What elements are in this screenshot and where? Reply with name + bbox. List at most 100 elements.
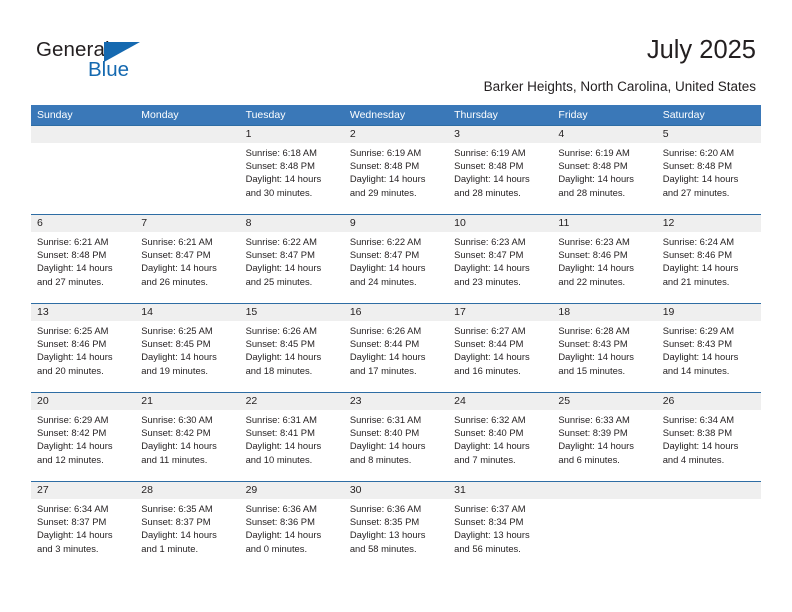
day-daylight-l1-text: Daylight: 14 hours (37, 262, 113, 274)
day-daylight-l1-text: Daylight: 14 hours (662, 440, 739, 452)
day-sunset-text: Sunset: 8:37 PM (141, 516, 211, 528)
day-sunrise-text: Sunrise: 6:34 AM (662, 414, 735, 425)
day-sun-info (135, 143, 239, 146)
calendar-day-cell[interactable]: 21 Sunrise: 6:30 AM Sunset: 8:42 PM Dayligh… (135, 392, 240, 482)
day-daylight-l1-text: Daylight: 14 hours (349, 173, 426, 185)
calendar-day-cell[interactable]: 30 Sunrise: 6:36 AM Sunset: 8:35 PM Dayligh… (343, 481, 449, 570)
day-sunrise-text: Sunrise: 6:29 AM (37, 414, 109, 425)
day-sunrise-text: Sunrise: 6:26 AM (349, 325, 422, 336)
calendar-day-cell[interactable]: 11 Sunrise: 6:23 AM Sunset: 8:46 PM Dayligh… (552, 214, 657, 304)
day-sunrise-text: Sunrise: 6:24 AM (662, 236, 735, 247)
day-number: 17 (448, 304, 553, 321)
day-daylight-l1-text: Daylight: 14 hours (558, 262, 634, 274)
calendar-day-cell[interactable]: 5 Sunrise: 6:20 AM Sunset: 8:48 PM Daylight… (656, 125, 761, 215)
day-sun-info: Sunrise: 6:19 AM Sunset: 8:48 PM Daylight:… (448, 143, 552, 199)
day-sunrise-text: Sunrise: 6:28 AM (558, 325, 630, 336)
weekday-header-tuesday: Tuesday (239, 105, 344, 126)
day-daylight-l2-text: and 12 minutes. (37, 453, 104, 465)
calendar-day-cell[interactable]: 12 Sunrise: 6:24 AM Sunset: 8:46 PM Dayligh… (656, 214, 761, 304)
calendar-day-cell[interactable]: 2 Sunrise: 6:19 AM Sunset: 8:48 PM Daylight… (343, 125, 449, 215)
day-daylight-l2-text: and 0 minutes. (245, 542, 308, 554)
day-daylight-l1-text: Daylight: 14 hours (245, 351, 322, 363)
calendar-day-cell[interactable]: 13 Sunrise: 6:25 AM Sunset: 8:46 PM Dayligh… (31, 303, 136, 393)
day-sunrise-text: Sunrise: 6:27 AM (454, 325, 526, 336)
day-sunset-text: Sunset: 8:44 PM (349, 338, 420, 350)
calendar-day-cell[interactable]: 16 Sunrise: 6:26 AM Sunset: 8:44 PM Dayligh… (343, 303, 449, 393)
day-daylight-l1-text: Daylight: 14 hours (245, 173, 322, 185)
day-sunset-text: Sunset: 8:43 PM (558, 338, 628, 350)
day-sunrise-text: Sunrise: 6:18 AM (245, 147, 317, 158)
day-sun-info: Sunrise: 6:31 AM Sunset: 8:40 PM Daylight:… (344, 410, 448, 466)
day-sun-info: Sunrise: 6:18 AM Sunset: 8:48 PM Daylight:… (240, 143, 344, 199)
calendar-day-cell[interactable]: 29 Sunrise: 6:36 AM Sunset: 8:36 PM Dayligh… (239, 481, 344, 570)
day-cell-inner: 30 Sunrise: 6:36 AM Sunset: 8:35 PM Dayligh… (343, 482, 449, 570)
calendar-day-cell[interactable]: 25 Sunrise: 6:33 AM Sunset: 8:39 PM Dayligh… (552, 392, 657, 482)
day-sunrise-text: Sunrise: 6:21 AM (141, 236, 213, 247)
day-number (135, 126, 240, 143)
calendar-day-cell[interactable]: 14 Sunrise: 6:25 AM Sunset: 8:45 PM Dayligh… (135, 303, 240, 393)
calendar-day-cell[interactable]: 19 Sunrise: 6:29 AM Sunset: 8:43 PM Dayligh… (656, 303, 761, 393)
day-number: 11 (552, 215, 657, 232)
day-number (31, 126, 136, 143)
day-number (656, 482, 761, 499)
day-daylight-l1-text: Daylight: 14 hours (245, 262, 322, 274)
calendar-day-cell[interactable]: 8 Sunrise: 6:22 AM Sunset: 8:47 PM Daylight… (239, 214, 344, 304)
day-sunset-text: Sunset: 8:41 PM (245, 427, 315, 439)
calendar-day-cell[interactable]: 26 Sunrise: 6:34 AM Sunset: 8:38 PM Dayligh… (656, 392, 761, 482)
day-cell-inner: 24 Sunrise: 6:32 AM Sunset: 8:40 PM Dayligh… (448, 393, 553, 481)
day-cell-inner: 23 Sunrise: 6:31 AM Sunset: 8:40 PM Dayligh… (343, 393, 449, 481)
calendar-day-cell[interactable]: 4 Sunrise: 6:19 AM Sunset: 8:48 PM Daylight… (552, 125, 657, 215)
day-cell-inner (31, 126, 136, 214)
day-daylight-l2-text: and 28 minutes. (454, 186, 521, 198)
day-sunset-text: Sunset: 8:46 PM (662, 249, 732, 261)
calendar-day-cell[interactable]: 17 Sunrise: 6:27 AM Sunset: 8:44 PM Dayligh… (448, 303, 553, 393)
day-sunrise-text: Sunrise: 6:37 AM (454, 503, 526, 514)
calendar-day-cell[interactable]: 23 Sunrise: 6:31 AM Sunset: 8:40 PM Dayligh… (343, 392, 449, 482)
day-number: 20 (31, 393, 136, 410)
calendar-day-cell[interactable]: 20 Sunrise: 6:29 AM Sunset: 8:42 PM Dayligh… (31, 392, 136, 482)
general-blue-logo[interactable]: General Blue (36, 38, 186, 84)
day-number (552, 482, 657, 499)
day-sunset-text: Sunset: 8:48 PM (37, 249, 107, 261)
calendar-day-cell[interactable]: 28 Sunrise: 6:35 AM Sunset: 8:37 PM Dayligh… (135, 481, 240, 570)
calendar-day-cell[interactable]: 31 Sunrise: 6:37 AM Sunset: 8:34 PM Dayligh… (448, 481, 553, 570)
day-number: 5 (656, 126, 761, 143)
day-cell-inner: 29 Sunrise: 6:36 AM Sunset: 8:36 PM Dayligh… (239, 482, 344, 570)
calendar-day-cell[interactable]: 6 Sunrise: 6:21 AM Sunset: 8:48 PM Daylight… (31, 214, 136, 304)
day-sunrise-text: Sunrise: 6:20 AM (662, 147, 735, 158)
day-cell-inner: 20 Sunrise: 6:29 AM Sunset: 8:42 PM Dayligh… (31, 393, 136, 481)
day-cell-inner: 7 Sunrise: 6:21 AM Sunset: 8:47 PM Daylight… (135, 215, 240, 303)
day-number: 2 (343, 126, 449, 143)
calendar-day-cell[interactable]: 3 Sunrise: 6:19 AM Sunset: 8:48 PM Daylight… (448, 125, 553, 215)
day-daylight-l2-text: and 20 minutes. (37, 364, 104, 376)
day-sunset-text: Sunset: 8:47 PM (454, 249, 524, 261)
day-sun-info: Sunrise: 6:32 AM Sunset: 8:40 PM Daylight:… (448, 410, 552, 466)
day-daylight-l1-text: Daylight: 14 hours (454, 351, 530, 363)
calendar-day-cell[interactable]: 1 Sunrise: 6:18 AM Sunset: 8:48 PM Daylight… (239, 125, 344, 215)
day-sunrise-text: Sunrise: 6:21 AM (37, 236, 109, 247)
day-number: 1 (239, 126, 344, 143)
calendar-day-cell[interactable]: 18 Sunrise: 6:28 AM Sunset: 8:43 PM Dayligh… (552, 303, 657, 393)
calendar-day-cell[interactable]: 15 Sunrise: 6:26 AM Sunset: 8:45 PM Dayligh… (239, 303, 344, 393)
day-sunrise-text: Sunrise: 6:19 AM (454, 147, 526, 158)
day-sunrise-text: Sunrise: 6:36 AM (349, 503, 422, 514)
day-sunset-text: Sunset: 8:47 PM (141, 249, 211, 261)
day-daylight-l1-text: Daylight: 14 hours (558, 440, 634, 452)
day-cell-inner: 28 Sunrise: 6:35 AM Sunset: 8:37 PM Dayligh… (135, 482, 240, 570)
page-subtitle-location: Barker Heights, North Carolina, United S… (483, 79, 756, 94)
day-daylight-l2-text: and 15 minutes. (558, 364, 626, 376)
calendar-day-cell[interactable]: 22 Sunrise: 6:31 AM Sunset: 8:41 PM Dayligh… (239, 392, 344, 482)
calendar-day-cell[interactable]: 10 Sunrise: 6:23 AM Sunset: 8:47 PM Dayligh… (448, 214, 553, 304)
day-sun-info: Sunrise: 6:19 AM Sunset: 8:48 PM Daylight:… (344, 143, 448, 199)
day-cell-inner: 13 Sunrise: 6:25 AM Sunset: 8:46 PM Dayligh… (31, 304, 136, 392)
day-number: 25 (552, 393, 657, 410)
calendar-day-cell[interactable]: 9 Sunrise: 6:22 AM Sunset: 8:47 PM Daylight… (343, 214, 449, 304)
calendar-day-cell (552, 481, 657, 570)
day-number: 31 (448, 482, 553, 499)
day-number: 27 (31, 482, 136, 499)
calendar-day-cell[interactable]: 24 Sunrise: 6:32 AM Sunset: 8:40 PM Dayligh… (448, 392, 553, 482)
day-cell-inner: 26 Sunrise: 6:34 AM Sunset: 8:38 PM Dayligh… (656, 393, 761, 481)
calendar-day-cell[interactable]: 7 Sunrise: 6:21 AM Sunset: 8:47 PM Daylight… (135, 214, 240, 304)
calendar-day-cell[interactable]: 27 Sunrise: 6:34 AM Sunset: 8:37 PM Dayligh… (31, 481, 136, 570)
day-sun-info: Sunrise: 6:21 AM Sunset: 8:47 PM Daylight:… (135, 232, 239, 288)
